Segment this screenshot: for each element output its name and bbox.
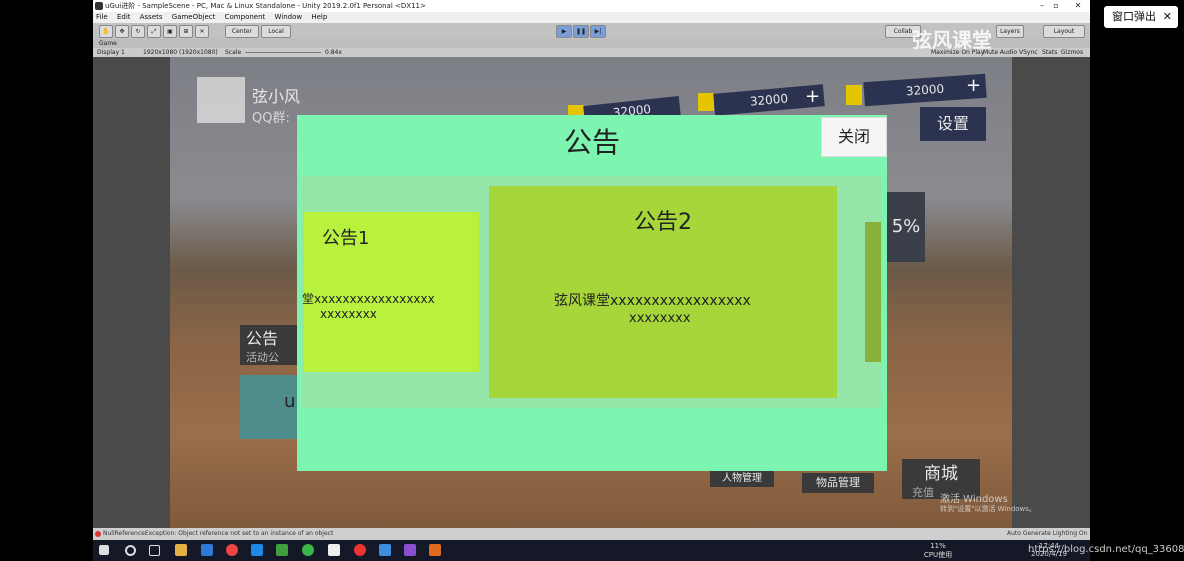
notice-panel: 公告 关闭 公告1 堂xxxxxxxxxxxxxxxxx xxxxxxxx 公告… [297, 115, 887, 471]
scrollbar-handle[interactable] [865, 222, 881, 362]
resolution-dropdown[interactable]: 1920x1080 (1920x1080) [143, 48, 218, 57]
qq-group-label: QQ群: [252, 111, 290, 126]
play-button[interactable]: ▶ [556, 25, 572, 38]
card-2-body-line1: 弦风课堂xxxxxxxxxxxxxxxxx [554, 293, 751, 309]
menu-window[interactable]: Window [275, 13, 303, 21]
notice-scroll-view[interactable]: 公告1 堂xxxxxxxxxxxxxxxxx xxxxxxxx 公告2 弦风课堂… [302, 176, 882, 408]
maximize-button[interactable]: ▫ [1045, 0, 1067, 12]
app-icon[interactable] [379, 544, 391, 556]
stats-toggle[interactable]: Stats [1042, 48, 1057, 57]
scale-label: Scale [225, 49, 242, 56]
progress-percent: 5% [887, 192, 925, 262]
file-explorer-icon[interactable] [175, 544, 187, 556]
card-2-title: 公告2 [634, 210, 692, 235]
layers-dropdown[interactable]: Layers [996, 25, 1024, 38]
close-button[interactable]: 关闭 [821, 117, 887, 157]
csdn-url-watermark: https://blog.csdn.net/qq_33608000 [1028, 544, 1184, 555]
window-title: uGui进阶 - SampleScene - PC, Mac & Linux S… [105, 2, 426, 10]
people-manage-button[interactable]: 人物管理 [710, 471, 774, 487]
shop-label: 商城 [924, 464, 958, 484]
close-icon[interactable]: ✕ [1163, 6, 1172, 28]
menu-edit[interactable]: Edit [117, 13, 131, 21]
cpu-percent: 11% [930, 542, 946, 550]
cpu-label: CPU使用 [923, 551, 953, 559]
unity-app-icon [95, 2, 103, 10]
scale-slider[interactable] [245, 52, 321, 53]
pivot-toggle[interactable]: Center [225, 25, 259, 38]
error-icon [95, 531, 101, 537]
windows-taskbar: 11% CPU使用 17:44 2020/4/19 [93, 540, 1090, 561]
display-dropdown[interactable]: Display 1 [97, 48, 125, 57]
status-bar[interactable]: NullReferenceException: Object reference… [93, 528, 1090, 540]
lighting-status: Auto Generate Lighting On [1007, 530, 1088, 537]
player-name: 弦小风 [252, 87, 301, 106]
rotate-tool-icon[interactable]: ↻ [131, 25, 145, 38]
app-icon[interactable] [201, 544, 213, 556]
vscode-icon[interactable] [251, 544, 263, 556]
menu-file[interactable]: File [96, 13, 108, 21]
chrome-icon[interactable] [226, 544, 238, 556]
activate-windows-title: 激活 Windows [940, 494, 1008, 505]
popup-window-button[interactable]: 窗口弹出 ✕ [1104, 6, 1178, 28]
search-icon[interactable] [125, 545, 136, 556]
coin-icon [846, 85, 862, 105]
scale-value: 0.84x [325, 49, 342, 56]
gizmos-dropdown[interactable]: Gizmos [1061, 48, 1083, 57]
unity-icon[interactable] [328, 544, 340, 556]
rect-tool-icon[interactable]: ▣ [163, 25, 177, 38]
windows-start-icon[interactable] [99, 545, 109, 555]
add-currency-icon[interactable]: + [805, 88, 820, 106]
avatar [197, 77, 245, 123]
menu-gameobject[interactable]: GameObject [172, 13, 216, 21]
media-player-icon[interactable] [276, 544, 288, 556]
scale-tool-icon[interactable]: ⤢ [147, 25, 161, 38]
custom-tool-icon[interactable]: ✕ [195, 25, 209, 38]
activate-windows-sub: 转到"设置"以激活 Windows。 [940, 505, 1036, 513]
items-manage-button[interactable]: 物品管理 [802, 473, 874, 493]
watermark-logo: 弦风课堂 [912, 28, 992, 52]
card-1-title: 公告1 [322, 228, 370, 249]
space-toggle[interactable]: Local [261, 25, 291, 38]
settings-button[interactable]: 设置 [920, 107, 986, 141]
card-2-body-line2: xxxxxxxx [629, 311, 691, 326]
popup-label: 窗口弹出 [1112, 10, 1156, 23]
cpu-usage: 11% CPU使用 [923, 542, 953, 560]
notice-card-1[interactable]: 公告1 堂xxxxxxxxxxxxxxxxx xxxxxxxx [302, 212, 479, 372]
move-tool-icon[interactable]: ✥ [115, 25, 129, 38]
pause-button[interactable]: ❚❚ [573, 25, 589, 38]
close-window-button[interactable]: ✕ [1067, 0, 1089, 12]
hand-tool-icon[interactable]: ✋ [99, 25, 113, 38]
visual-studio-icon[interactable] [404, 544, 416, 556]
wechat-icon[interactable] [302, 544, 314, 556]
app-icon[interactable] [429, 544, 441, 556]
record-icon[interactable] [354, 544, 366, 556]
game-tab[interactable]: Game [99, 40, 117, 47]
transform-tool-icon[interactable]: ⊞ [179, 25, 193, 38]
add-currency-icon[interactable]: + [966, 77, 981, 95]
menu-component[interactable]: Component [225, 13, 266, 21]
card-1-body-line1: 堂xxxxxxxxxxxxxxxxx [302, 292, 435, 306]
step-button[interactable]: ▶| [590, 25, 606, 38]
side-card: u [240, 375, 300, 439]
task-view-icon[interactable] [149, 545, 160, 556]
console-error-message[interactable]: NullReferenceException: Object reference… [103, 528, 333, 540]
title-bar: uGui进阶 - SampleScene - PC, Mac & Linux S… [93, 0, 1090, 12]
side-card-letter: u [284, 391, 296, 412]
vsync-toggle[interactable]: VSync [1019, 48, 1038, 57]
notice-card-2[interactable]: 公告2 弦风课堂xxxxxxxxxxxxxxxxx xxxxxxxx [489, 186, 837, 398]
layout-dropdown[interactable]: Layout [1043, 25, 1085, 38]
menu-bar: File Edit Assets GameObject Component Wi… [93, 12, 1090, 23]
coin-icon [698, 93, 714, 111]
card-1-body-line2: xxxxxxxx [320, 307, 377, 321]
menu-help[interactable]: Help [311, 13, 327, 21]
panel-title: 公告 [563, 126, 620, 159]
menu-assets[interactable]: Assets [140, 13, 163, 21]
